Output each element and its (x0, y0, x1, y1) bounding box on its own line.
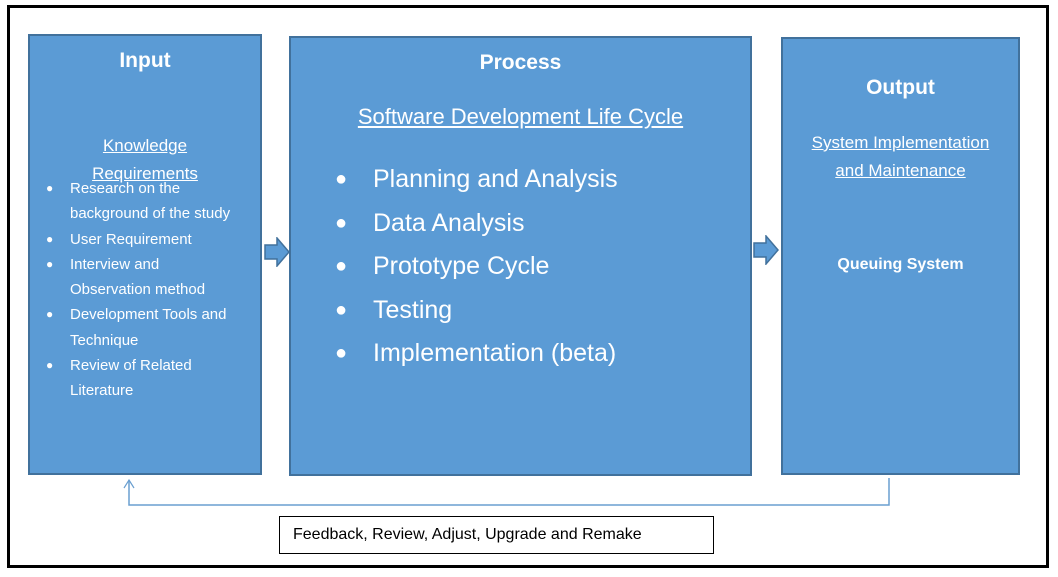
bullet-icon: ● (335, 255, 348, 277)
process-list-item: ● Prototype Cycle (331, 245, 618, 289)
output-title: Output (866, 76, 935, 99)
feedback-connector-line (128, 478, 890, 506)
bullet-icon: ● (46, 231, 54, 246)
output-subtitle-line1: System Implementation (811, 133, 990, 152)
input-list-item: ● Research on the background of the study (40, 176, 256, 227)
output-result: Queuing System (837, 256, 964, 273)
process-list: ● Planning and Analysis ● Data Analysis ● P… (331, 158, 618, 376)
process-box: Process Software Development Life Cycle … (289, 36, 752, 476)
input-list: ● Research on the background of the study … (40, 176, 256, 404)
input-list-item: ● Interview and Observation method (40, 252, 256, 303)
process-list-item: ● Implementation (beta) (331, 332, 618, 376)
right-arrow-icon (264, 237, 290, 267)
process-list-item: ● Testing (331, 289, 618, 333)
input-list-item: ● Review of Related Literature (40, 353, 256, 404)
bullet-icon: ● (46, 358, 54, 373)
input-title: Input (119, 49, 171, 72)
input-subtitle-line1: Knowledge (102, 136, 188, 155)
bullet-icon: ● (335, 211, 348, 234)
bullet-icon: ● (335, 298, 348, 321)
bullet-icon: ● (335, 168, 348, 190)
output-box: Output System Implementation and Mainten… (781, 37, 1020, 475)
input-list-item: ● User Requirement (40, 227, 256, 252)
feedback-label-box: Feedback, Review, Adjust, Upgrade and Re… (279, 516, 714, 554)
process-list-item: ● Planning and Analysis (331, 158, 618, 202)
right-arrow-icon (753, 235, 779, 265)
bullet-icon: ● (46, 181, 54, 195)
output-subtitle: System Implementation and Maintenance (783, 129, 1018, 185)
process-list-item: ● Data Analysis (331, 202, 618, 246)
bullet-icon: ● (46, 256, 54, 271)
bullet-icon: ● (335, 342, 348, 364)
output-subtitle-line2: and Maintenance (835, 161, 966, 180)
bullet-icon: ● (46, 307, 54, 322)
process-subtitle: Software Development Life Cycle (357, 104, 684, 129)
input-box: Input Knowledge Requirements ● Research o… (28, 34, 262, 475)
input-list-item: ● Development Tools and Technique (40, 302, 256, 353)
feedback-connector (123, 478, 890, 506)
process-title: Process (479, 51, 562, 74)
